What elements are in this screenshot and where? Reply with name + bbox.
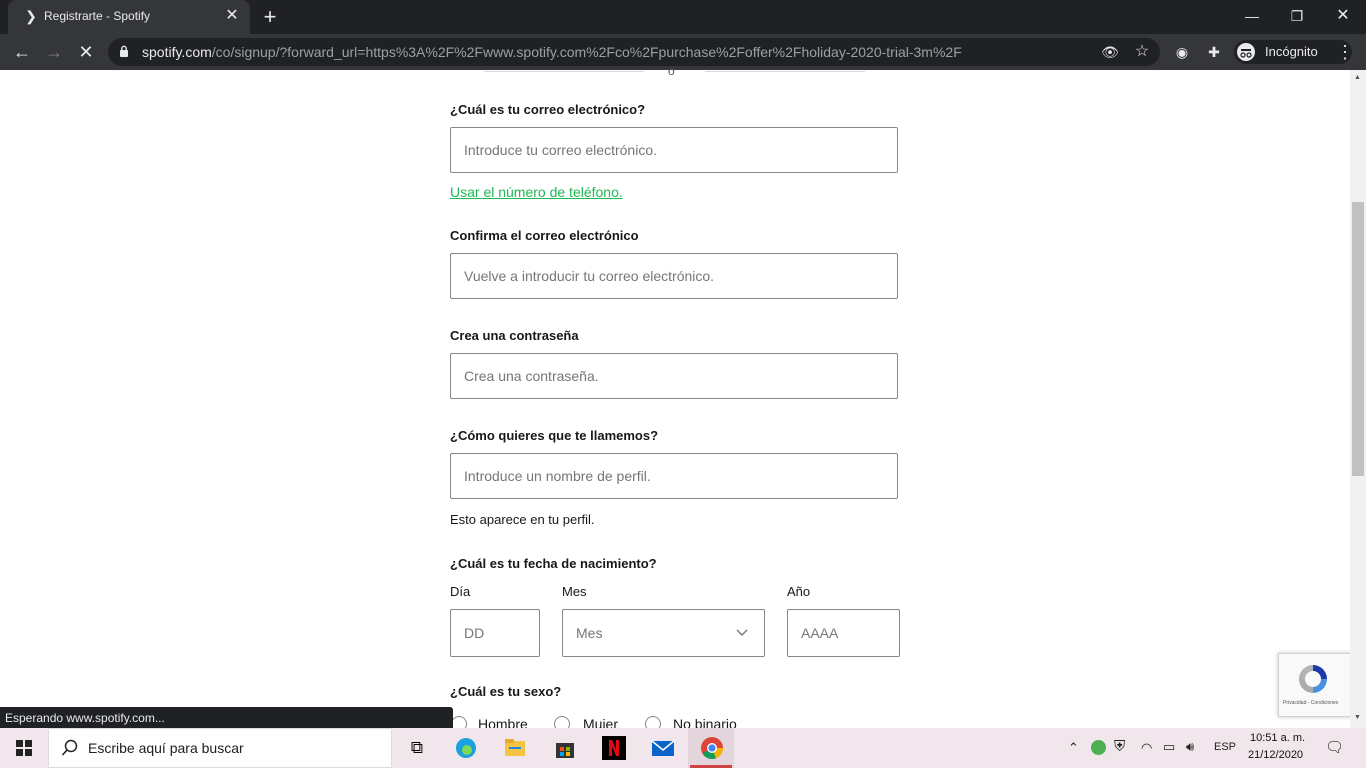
wifi-icon[interactable]: ◠ [1141,740,1152,756]
store-icon[interactable] [553,736,577,760]
incognito-label: Incógnito [1265,44,1318,59]
windows-start-icon[interactable] [16,740,32,756]
tab-title: Registrarte - Spotify [44,9,151,23]
defender-shield-icon[interactable]: ⛨ [1114,738,1125,755]
email-label: ¿Cuál es tu correo electrónico? [450,102,646,117]
birthdate-label: ¿Cuál es tu fecha de nacimiento? [450,556,657,571]
incognito-icon [1237,43,1255,61]
tray-overflow-chevron-icon[interactable]: ⌃ [1068,740,1079,756]
netflix-icon[interactable] [602,736,626,760]
recaptcha-footer[interactable]: Privacidad - Condiciones [1283,700,1338,706]
extension-icon[interactable]: ◉ [1173,43,1191,61]
month-select-value: Mes [576,625,603,641]
notifications-icon[interactable]: 🗨︎ [1325,738,1344,756]
chrome-menu-icon[interactable]: ⋮ [1333,40,1357,64]
clock-date[interactable]: 21/12/2020 [1248,749,1303,761]
gender-label: ¿Cuál es tu sexo? [450,684,562,699]
volume-icon[interactable]: 🔊︎ [1186,739,1194,755]
close-tab-icon[interactable]: ✕ [222,6,242,26]
confirm-email-label: Confirma el correo electrónico [450,228,639,243]
new-tab-button[interactable]: + [258,5,282,29]
edge-icon[interactable] [454,736,478,760]
scroll-down-icon[interactable]: ▼ [1354,714,1361,721]
day-label: Día [450,584,471,599]
restore-button[interactable]: ❐ [1277,4,1317,28]
profile-name-label: ¿Cómo quieres que te llamemos? [450,428,659,443]
status-text: Esperando www.spotify.com... [5,711,165,725]
close-window-button[interactable]: ✕ [1323,4,1363,28]
year-input[interactable] [787,609,900,657]
confirm-email-input[interactable] [450,253,898,299]
use-phone-link[interactable]: Usar el número de teléfono. [450,184,623,200]
chevron-down-icon [736,629,748,636]
url-text[interactable]: spotify.com/co/signup/?forward_url=https… [142,44,962,60]
recaptcha-icon [1299,665,1327,693]
divider-right [705,71,865,72]
taskbar-search-placeholder: Escribe aquí para buscar [88,740,244,756]
chrome-icon [701,737,724,760]
file-explorer-icon[interactable] [503,736,527,760]
profile-name-input[interactable] [450,453,898,499]
password-input[interactable] [450,353,898,399]
email-input[interactable] [450,127,898,173]
scroll-up-icon[interactable]: ▲ [1354,74,1361,81]
day-input[interactable] [450,609,540,657]
year-label: Año [787,584,811,599]
loading-spinner-icon: ❯ [25,8,37,24]
extensions-puzzle-icon[interactable]: ✚ [1205,43,1223,61]
password-label: Crea una contraseña [450,328,579,343]
month-label: Mes [562,584,587,599]
url-path: /co/signup/?forward_url=https%3A%2F%2Fww… [211,44,962,60]
divider-left [484,71,644,72]
tray-app-icon[interactable] [1091,740,1106,755]
bookmark-star-icon[interactable]: ☆ [1133,43,1151,61]
back-button[interactable]: ← [10,40,34,64]
stop-loading-button[interactable]: ✕ [74,40,98,64]
scrollbar-thumb[interactable] [1352,202,1364,476]
profile-hint: Esto aparece en tu perfil. [450,512,595,527]
battery-icon[interactable]: ▭ [1163,739,1175,755]
tracking-blocked-eye-icon[interactable]: 👁 [1101,43,1119,61]
task-view-icon[interactable]: ⧉ [405,736,429,760]
forward-button[interactable]: → [42,40,66,64]
url-host: spotify.com [142,44,212,60]
lock-icon[interactable] [119,45,129,57]
minimize-button[interactable]: — [1232,4,1272,28]
language-indicator[interactable]: ESP [1214,741,1236,753]
clock-time[interactable]: 10:51 a. m. [1250,732,1305,744]
or-separator: o [668,64,675,78]
search-icon [61,739,78,756]
mail-icon[interactable] [651,736,675,760]
